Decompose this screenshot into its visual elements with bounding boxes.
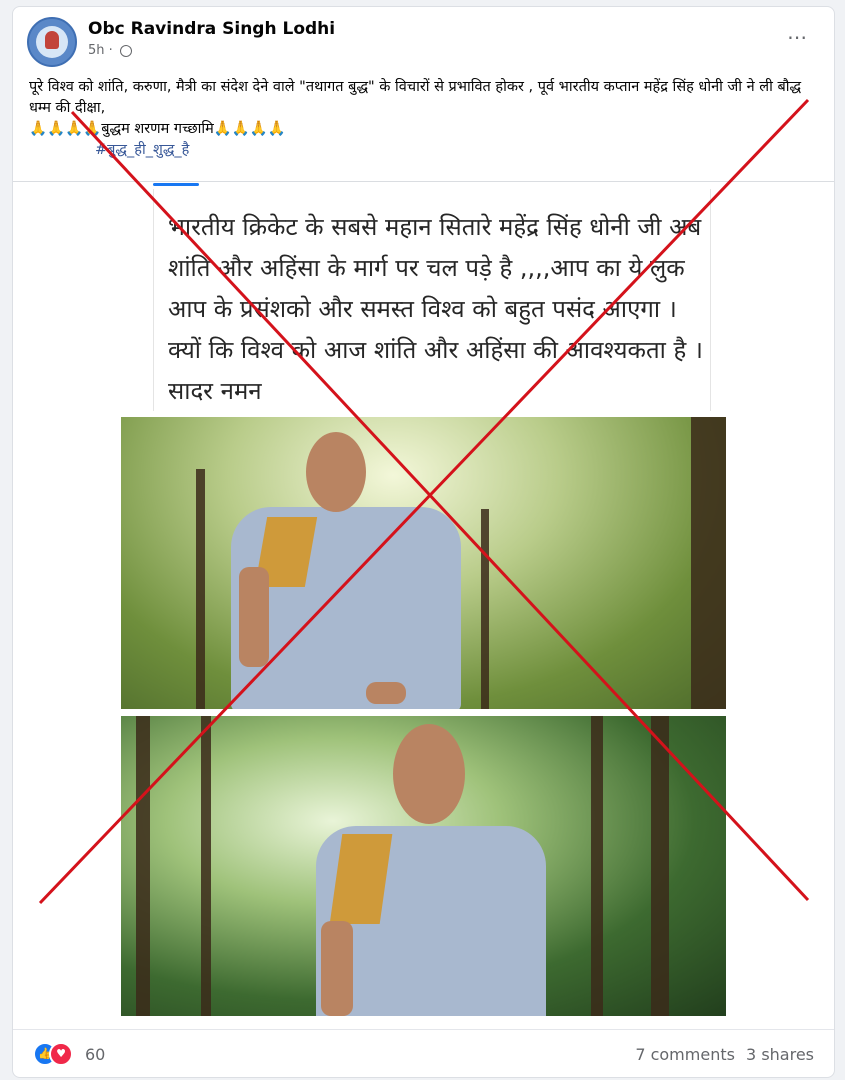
photo-standing-monk[interactable] <box>121 716 726 1016</box>
love-icon: ♥ <box>49 1042 73 1066</box>
footer-divider <box>13 1029 834 1030</box>
hands <box>366 682 406 704</box>
post-meta: 5h · <box>88 43 132 58</box>
shares-count[interactable]: 3 shares <box>746 1045 814 1064</box>
tree-trunk <box>481 509 489 709</box>
arm <box>321 921 353 1016</box>
divider <box>13 181 834 182</box>
facebook-post-card: Obc Ravindra Singh Lodhi 5h · ⋯ पूरे विश… <box>12 6 835 1078</box>
photo-seated-monk[interactable] <box>121 417 726 709</box>
post-caption: पूरे विश्व को शांति, करुणा, मैत्री का सं… <box>29 77 824 161</box>
tree-trunk <box>136 716 150 1016</box>
tree-trunk <box>651 716 669 1016</box>
globe-icon <box>119 44 132 57</box>
author-avatar[interactable] <box>27 17 77 67</box>
avatar-figure <box>45 31 59 49</box>
author-name[interactable]: Obc Ravindra Singh Lodhi <box>88 19 335 39</box>
image-text: भारतीय क्रिकेट के सबसे महान सितारे महेंद… <box>168 213 703 405</box>
post-time[interactable]: 5h <box>88 43 105 58</box>
hashtag-underline <box>153 183 199 186</box>
caption-line2: 🙏🙏🙏🙏बुद्धम शरणम गच्छामि🙏🙏🙏🙏 <box>29 121 286 137</box>
engagement-stats: 7 comments 3 shares <box>629 1045 814 1064</box>
caption-line1: पूरे विश्व को शांति, करुणा, मैत्री का सं… <box>29 79 802 116</box>
tree-trunk <box>201 716 211 1016</box>
tree-trunk <box>591 716 603 1016</box>
reaction-count[interactable]: 60 <box>85 1045 105 1064</box>
tree-trunk <box>196 469 205 709</box>
tree-trunk <box>691 417 726 709</box>
more-options-icon[interactable]: ⋯ <box>787 25 808 49</box>
head <box>306 432 366 512</box>
hashtag-link[interactable]: #बुद्ध_ही_शुद्ध_है <box>29 140 824 161</box>
comments-count[interactable]: 7 comments <box>635 1045 735 1064</box>
head <box>393 724 465 824</box>
arm <box>239 567 269 667</box>
